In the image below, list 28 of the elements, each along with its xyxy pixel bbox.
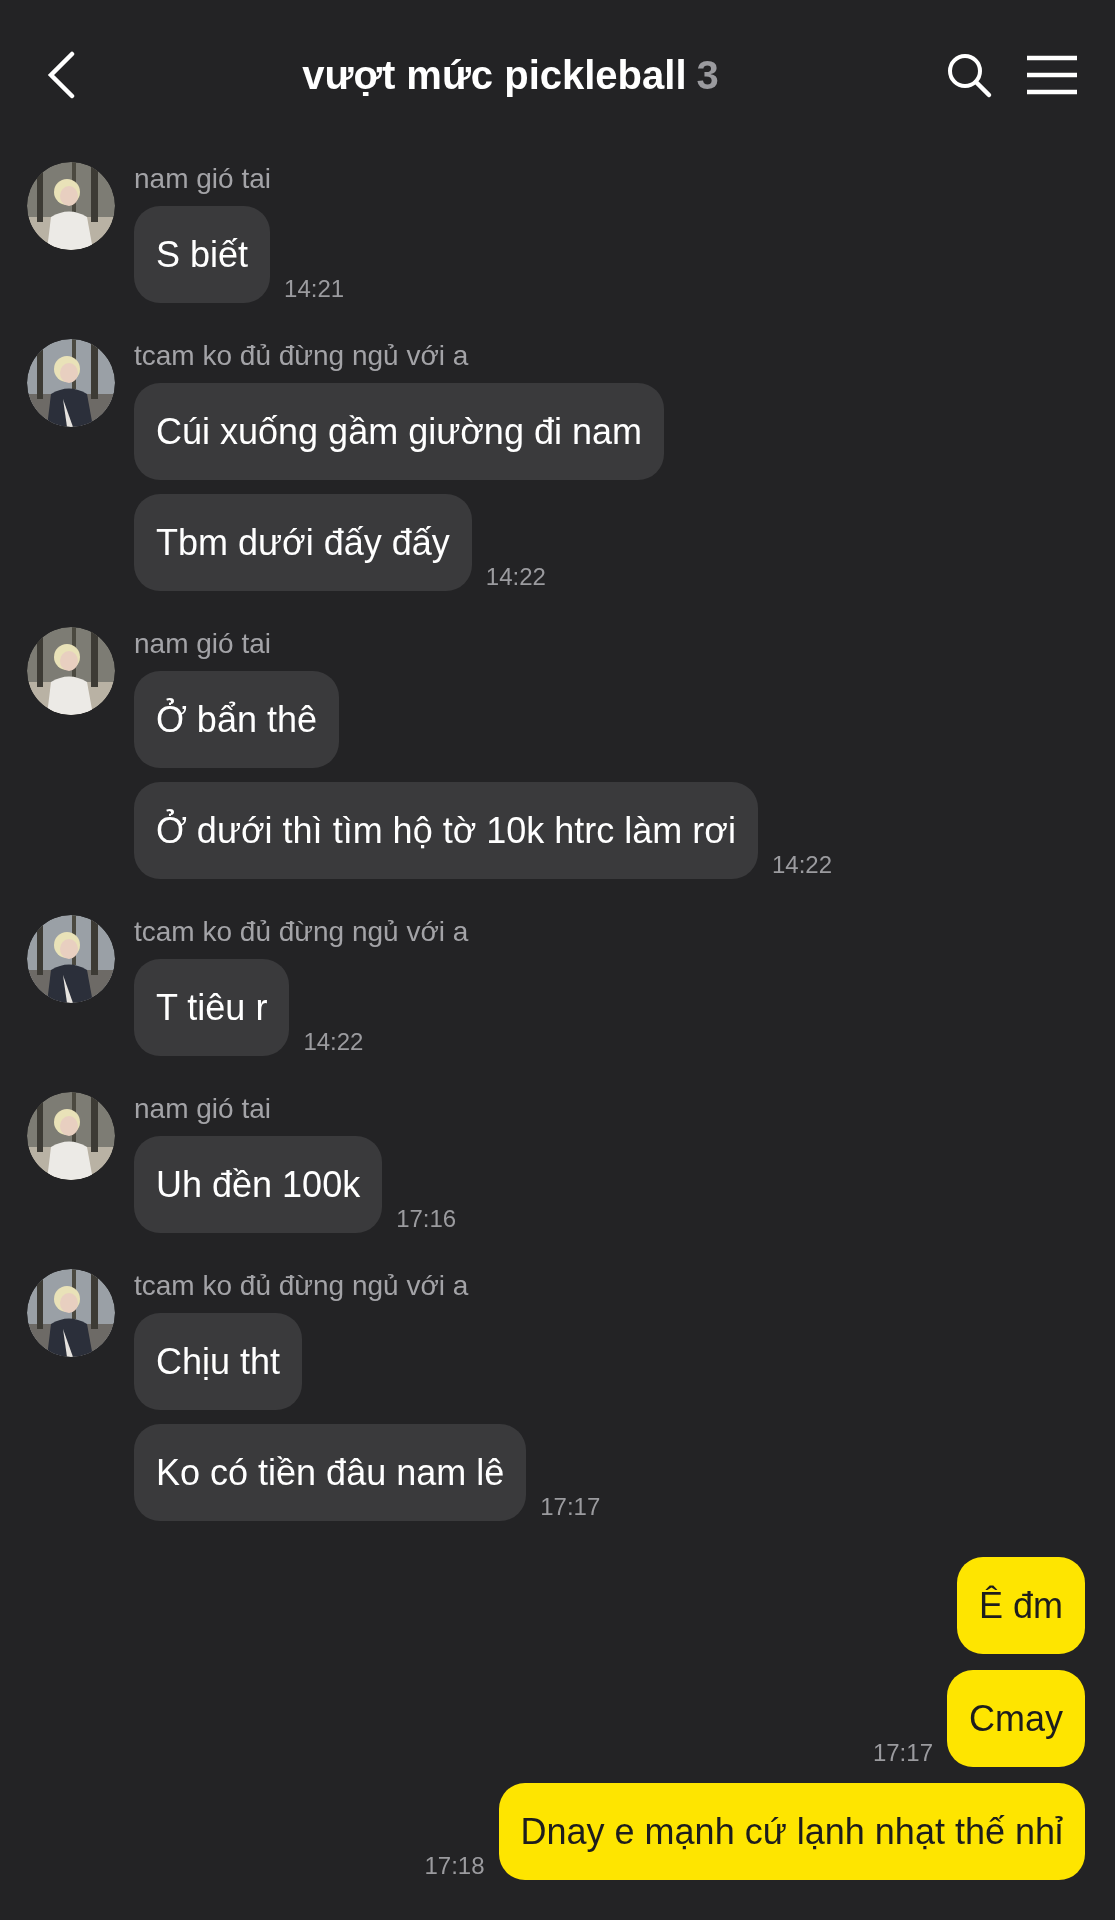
message-time: 17:18 bbox=[424, 1852, 485, 1880]
message-bubble: Ở dưới thì tìm hộ tờ 10k htrc làm rơi bbox=[134, 782, 758, 879]
sender-name: tcam ko đủ đừng ngủ với a bbox=[134, 1269, 470, 1303]
sender-name: tcam ko đủ đừng ngủ với a bbox=[134, 915, 469, 949]
message-time: 14:21 bbox=[284, 275, 345, 303]
message-bubble: Ko có tiền đâu nam lê bbox=[134, 1424, 527, 1521]
message-bubble: Cmay bbox=[947, 1670, 1085, 1767]
sender-name: nam gió tai bbox=[134, 1092, 272, 1126]
message-time: 14:22 bbox=[303, 1028, 364, 1056]
message-bubble: Ê đm bbox=[956, 1557, 1085, 1654]
sender-name: nam gió tai bbox=[134, 162, 272, 196]
sender-name: tcam ko đủ đừng ngủ với a bbox=[134, 339, 470, 373]
message-bubble: Ở bẩn thê bbox=[134, 671, 339, 768]
message-time: 17:17 bbox=[540, 1493, 601, 1521]
sender-name: nam gió tai bbox=[134, 627, 272, 661]
member-count: 3 bbox=[696, 52, 719, 97]
message-bubble: Cúi xuống gầm giường đi nam bbox=[134, 383, 664, 480]
message-bubble: Chịu tht bbox=[134, 1313, 303, 1410]
message-time: 17:16 bbox=[396, 1205, 457, 1233]
chat-title: vượt mức pickleball bbox=[302, 52, 687, 97]
message-time: 17:17 bbox=[872, 1739, 933, 1767]
message-bubble: S biết bbox=[134, 206, 271, 303]
message-bubble: Tbm dưới đấy đấy bbox=[134, 494, 472, 591]
message-bubble: T tiêu r bbox=[134, 959, 290, 1056]
message-bubble: Dnay e mạnh cứ lạnh nhạt thế nhỉ bbox=[498, 1783, 1085, 1880]
message-time: 14:22 bbox=[485, 563, 546, 591]
message-time: 14:22 bbox=[771, 851, 832, 879]
message-bubble: Uh đền 100k bbox=[134, 1136, 383, 1233]
